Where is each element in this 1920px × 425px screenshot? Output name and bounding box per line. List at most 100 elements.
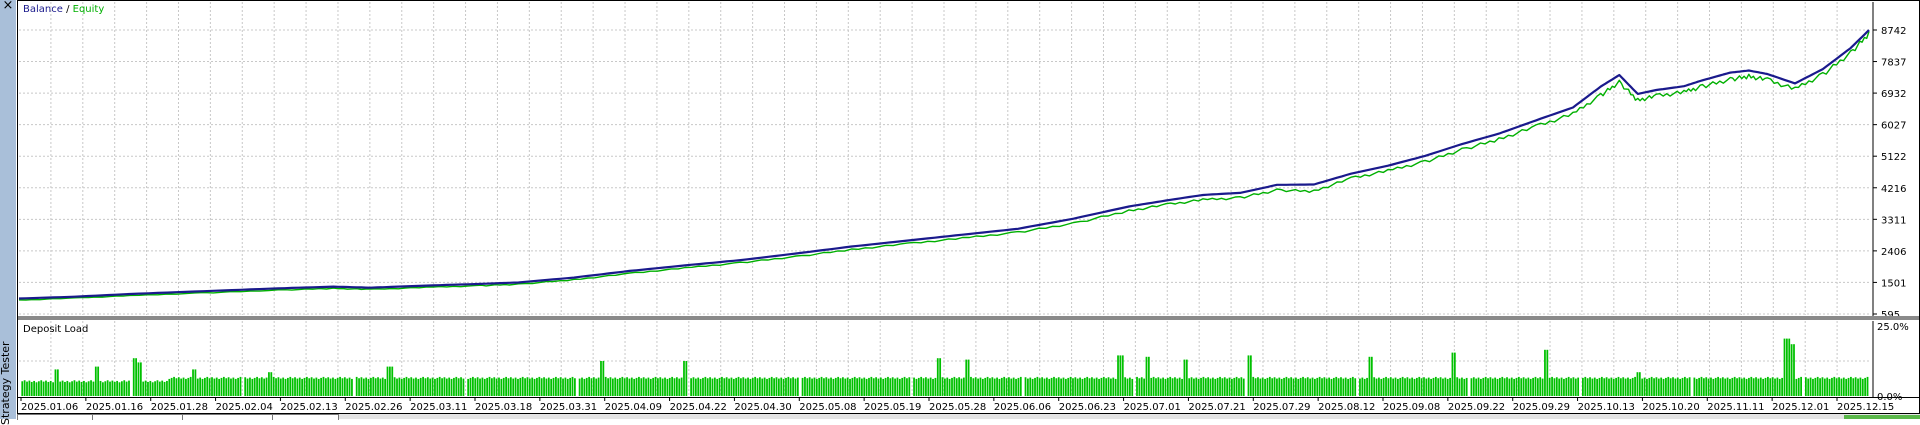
deposit-load-bar [227, 377, 230, 396]
deposit-load-bar [1555, 377, 1558, 396]
deposit-load-bar [54, 369, 57, 396]
deposit-load-bar [526, 377, 529, 396]
y-tick-label: 8742 [1881, 26, 1906, 37]
deposit-load-bar [1714, 377, 1717, 396]
deposit-load-bar [1079, 377, 1081, 396]
deposit-load-bar [71, 381, 73, 396]
deposit-load-bar [1193, 378, 1195, 396]
deposit-load-bar [735, 377, 738, 396]
deposit-load-bar [1404, 378, 1406, 396]
deposit-load-bar [1185, 359, 1188, 396]
deposit-load-bar [175, 378, 178, 396]
deposit-load-bar [718, 377, 721, 396]
deposit-load-bar [1370, 356, 1373, 396]
tab-stub-1[interactable] [17, 414, 94, 420]
deposit-load-bar [1700, 376, 1703, 396]
deposit-load-bar [1389, 377, 1392, 396]
close-icon[interactable]: × [1, 0, 15, 13]
deposit-load-bar [1591, 378, 1594, 396]
deposit-load-bar [61, 380, 64, 396]
deposit-load-bar [1012, 377, 1015, 396]
x-tick-label: 2025.08.12 [1318, 402, 1375, 413]
deposit-load-bar [426, 377, 429, 396]
deposit-load-bar [26, 381, 28, 396]
deposit-load-bar [1238, 378, 1240, 396]
deposit-load-bar [99, 380, 102, 396]
deposit-load-bar [1847, 377, 1850, 396]
deposit-load-bar [929, 377, 932, 396]
deposit-load-bar [1695, 378, 1698, 396]
deposit-load-bar [1710, 377, 1712, 396]
deposit-load-bar [329, 378, 332, 396]
deposit-load-bar [1449, 377, 1451, 396]
deposit-load-bar [47, 381, 50, 396]
deposit-load-bar [1496, 378, 1499, 396]
deposit-load-bar [1534, 376, 1537, 396]
deposit-load-bar [1045, 377, 1048, 396]
deposit-load-bar [222, 376, 225, 396]
deposit-load-bar [709, 377, 711, 396]
deposit-load-bar [149, 380, 152, 396]
deposit-load-bar [1864, 377, 1867, 396]
deposit-load-bar [796, 377, 799, 396]
chart-background [17, 0, 1920, 414]
deposit-load-bar [811, 378, 813, 396]
deposit-load-bar [1235, 376, 1238, 396]
deposit-load-bar [488, 376, 491, 396]
deposit-load-bar [481, 377, 484, 396]
deposit-load-bar [851, 377, 854, 396]
deposit-load-bar [1411, 377, 1414, 396]
deposit-load-bar [991, 377, 994, 396]
deposit-load-bar [979, 377, 982, 396]
tab-stub-4-active[interactable] [272, 414, 339, 420]
deposit-load-bar [1050, 377, 1053, 396]
deposit-load-bar [780, 377, 783, 396]
deposit-load-bar [1634, 376, 1636, 396]
deposit-load-bar [1140, 377, 1143, 396]
deposit-load-bar [1619, 378, 1622, 396]
deposit-load-bar [230, 378, 232, 396]
deposit-load-bar [1086, 376, 1089, 396]
deposit-load-bar [393, 377, 396, 396]
deposit-load-bar [1076, 378, 1079, 396]
deposit-load-bar [1672, 377, 1674, 396]
deposit-load-bar [386, 366, 389, 396]
x-tick-label: 2025.03.18 [475, 402, 532, 413]
deposit-load-bar [1840, 378, 1843, 396]
deposit-load-bar [1778, 378, 1781, 396]
deposit-load-bar [1169, 376, 1172, 396]
deposit-load-bar [1190, 377, 1193, 396]
legend-balance: Balance / Equity [23, 4, 104, 15]
deposit-load-bar [600, 361, 602, 396]
deposit-load-bar [1465, 377, 1468, 396]
deposit-load-bar [1517, 376, 1520, 396]
x-tick-label: 2025.06.06 [994, 402, 1051, 413]
deposit-load-bar [1461, 377, 1463, 396]
deposit-load-bar [301, 378, 304, 396]
deposit-load-bar [1624, 378, 1627, 396]
deposit-load-bar [479, 378, 481, 396]
deposit-load-bar [1451, 352, 1454, 396]
deposit-load-bar [1831, 377, 1833, 396]
deposit-load-bar [109, 381, 111, 396]
deposit-load-bar [1563, 378, 1565, 396]
deposit-load-bar [789, 378, 792, 396]
deposit-load-bar [891, 377, 894, 396]
deposit-load-bar [555, 376, 557, 396]
tab-stub-2[interactable] [92, 414, 184, 420]
tab-stub-3[interactable] [182, 414, 274, 420]
deposit-load-bar [1679, 378, 1682, 396]
deposit-load-bar [1434, 376, 1437, 396]
deposit-load-bar [1368, 356, 1371, 396]
deposit-load-bar [1342, 378, 1345, 396]
deposit-load-bar [915, 378, 918, 396]
deposit-load-bar [970, 376, 972, 396]
deposit-load-bar [616, 378, 619, 396]
deposit-load-bar [1088, 378, 1091, 396]
deposit-load-bar [75, 381, 78, 396]
deposit-load-bar [201, 378, 204, 396]
deposit-load-bar [1064, 378, 1067, 396]
deposit-load-bar [135, 358, 137, 396]
deposit-load-bar [298, 377, 301, 396]
deposit-load-bar [199, 377, 202, 396]
